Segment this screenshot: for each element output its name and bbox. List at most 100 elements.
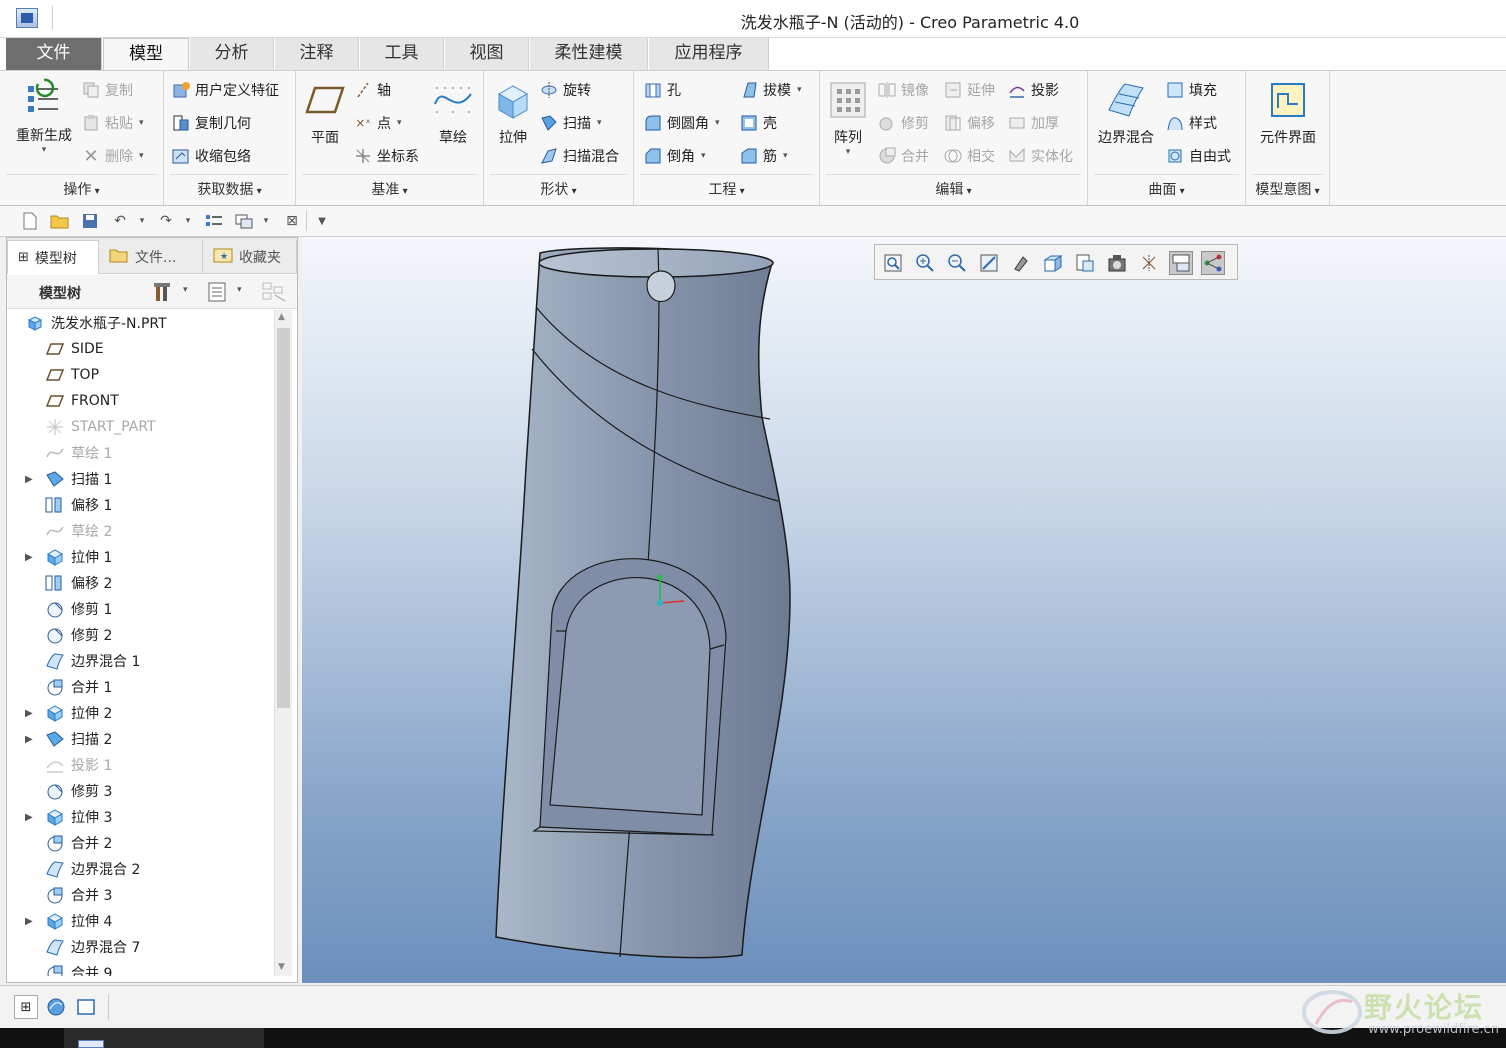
graphics-window[interactable]: [302, 237, 1506, 983]
saved-orientations-icon[interactable]: [1041, 251, 1065, 275]
model-3d-view[interactable]: [302, 237, 1506, 983]
group-label-operations[interactable]: 操作: [0, 179, 163, 199]
tab-folder-browser[interactable]: 文件...: [99, 240, 203, 274]
tab-view[interactable]: 视图: [445, 38, 529, 70]
delete-button[interactable]: ✕ 删除 ▾: [82, 143, 143, 169]
tree-item[interactable]: 边界混合 7: [7, 934, 273, 960]
repaint-icon[interactable]: [977, 251, 1001, 275]
tree-item[interactable]: 合并 3: [7, 882, 273, 908]
save-icon[interactable]: [80, 211, 100, 231]
redo-dropdown-icon[interactable]: ▾: [178, 211, 198, 231]
group-label-engineering[interactable]: 工程: [634, 179, 819, 199]
annotation-display-icon[interactable]: [1169, 251, 1193, 275]
tree-item[interactable]: 修剪 2: [7, 622, 273, 648]
offset-button[interactable]: 偏移: [944, 110, 995, 136]
style-button[interactable]: 样式: [1166, 110, 1217, 136]
close-window-icon[interactable]: ⊠: [282, 211, 302, 231]
windows-dropdown-icon[interactable]: ▾: [256, 211, 276, 231]
taskbar-app-button[interactable]: [64, 1028, 264, 1048]
merge-button[interactable]: 合并: [878, 143, 929, 169]
sweep-button[interactable]: 扫描 ▾: [540, 110, 602, 136]
tree-item[interactable]: 修剪 1: [7, 596, 273, 622]
hole-button[interactable]: 孔: [644, 77, 681, 103]
group-label-datum[interactable]: 基准: [296, 179, 483, 199]
app-icon[interactable]: [16, 8, 38, 28]
tree-scrollbar[interactable]: ▲ ▼: [274, 310, 292, 976]
view-manager-icon[interactable]: [1073, 251, 1097, 275]
group-label-model-intent[interactable]: 模型意图: [1246, 179, 1329, 199]
tab-file[interactable]: 文件: [6, 38, 102, 70]
point-button[interactable]: ×ˣ 点 ▾: [354, 110, 401, 136]
datum-display-icon[interactable]: [1137, 251, 1161, 275]
scrollbar-thumb[interactable]: [277, 328, 290, 708]
sketch-button[interactable]: 草绘: [428, 79, 478, 147]
tree-item[interactable]: 边界混合 1: [7, 648, 273, 674]
tree-item[interactable]: 边界混合 2: [7, 856, 273, 882]
tree-item[interactable]: ▶ 拉伸 1: [7, 544, 273, 570]
component-interface-button[interactable]: 元件界面: [1250, 79, 1326, 147]
tree-settings-icon[interactable]: [153, 281, 177, 307]
tree-filter-icon[interactable]: [207, 281, 227, 307]
new-file-icon[interactable]: [20, 211, 40, 231]
group-label-shapes[interactable]: 形状: [484, 179, 633, 199]
undo-icon[interactable]: ↶: [110, 211, 130, 231]
tree-item[interactable]: 修剪 3: [7, 778, 273, 804]
tree-item[interactable]: ▶ 拉伸 3: [7, 804, 273, 830]
windows-icon[interactable]: [234, 211, 254, 231]
tab-favorites[interactable]: ★ 收藏夹: [203, 240, 297, 274]
pattern-button[interactable]: 阵列 ▾: [826, 79, 870, 157]
tab-annotate[interactable]: 注释: [275, 38, 359, 70]
tab-model[interactable]: 模型: [103, 38, 189, 70]
tree-item[interactable]: FRONT: [7, 388, 273, 414]
shrinkwrap-button[interactable]: 收缩包络: [172, 143, 251, 169]
tree-item[interactable]: SIDE: [7, 336, 273, 362]
trim-button[interactable]: 修剪: [878, 110, 929, 136]
zoom-in-icon[interactable]: [913, 251, 937, 275]
full-screen-icon[interactable]: [74, 995, 98, 1019]
tree-item[interactable]: 洗发水瓶子-N.PRT: [7, 310, 273, 336]
tree-item[interactable]: 偏移 2: [7, 570, 273, 596]
tree-settings-dropdown-icon[interactable]: ▾: [183, 285, 188, 295]
tab-tools[interactable]: 工具: [360, 38, 444, 70]
expand-arrow-icon[interactable]: ▶: [25, 552, 39, 563]
tree-item[interactable]: 草绘 2: [7, 518, 273, 544]
shell-button[interactable]: 壳: [740, 110, 777, 136]
spin-center-icon[interactable]: [1201, 251, 1225, 275]
tree-item[interactable]: START_PART: [7, 414, 273, 440]
display-style-icon[interactable]: [1009, 251, 1033, 275]
axis-button[interactable]: 轴: [354, 77, 391, 103]
tab-analysis[interactable]: 分析: [190, 38, 274, 70]
regenerate-small-icon[interactable]: [204, 211, 224, 231]
expand-arrow-icon[interactable]: ▶: [25, 474, 39, 485]
swept-blend-button[interactable]: 扫描混合: [540, 143, 619, 169]
draft-button[interactable]: 拔模 ▾: [740, 77, 802, 103]
tab-flexible-modeling[interactable]: 柔性建模: [530, 38, 648, 70]
undo-dropdown-icon[interactable]: ▾: [132, 211, 152, 231]
intersect-button[interactable]: 相交: [944, 143, 995, 169]
tree-filter-dropdown-icon[interactable]: ▾: [237, 285, 242, 295]
tree-item[interactable]: TOP: [7, 362, 273, 388]
tree-item[interactable]: 草绘 1: [7, 440, 273, 466]
udf-button[interactable]: 用户定义特征: [172, 77, 279, 103]
expand-arrow-icon[interactable]: ▶: [25, 708, 39, 719]
group-label-surfaces[interactable]: 曲面: [1088, 179, 1245, 199]
revolve-button[interactable]: 旋转: [540, 77, 591, 103]
project-button[interactable]: 投影: [1008, 77, 1059, 103]
thicken-button[interactable]: 加厚: [1008, 110, 1059, 136]
expand-arrow-icon[interactable]: ▶: [25, 812, 39, 823]
scroll-down-icon[interactable]: ▼: [278, 962, 285, 972]
plane-button[interactable]: 平面: [300, 79, 350, 147]
extend-button[interactable]: 延伸: [944, 77, 995, 103]
rib-button[interactable]: 筋 ▾: [740, 143, 788, 169]
tree-item[interactable]: ▶ 扫描 1: [7, 466, 273, 492]
refit-icon[interactable]: [881, 251, 905, 275]
tree-item[interactable]: 偏移 1: [7, 492, 273, 518]
freestyle-button[interactable]: 自由式: [1166, 143, 1231, 169]
redo-icon[interactable]: ↷: [156, 211, 176, 231]
boundary-blend-button[interactable]: 边界混合: [1092, 79, 1160, 147]
extrude-button[interactable]: 拉伸: [488, 79, 538, 147]
group-label-editing[interactable]: 编辑: [820, 179, 1087, 199]
mirror-button[interactable]: 镜像: [878, 77, 929, 103]
tree-item[interactable]: 投影 1: [7, 752, 273, 778]
perspective-view-icon[interactable]: [1105, 251, 1129, 275]
